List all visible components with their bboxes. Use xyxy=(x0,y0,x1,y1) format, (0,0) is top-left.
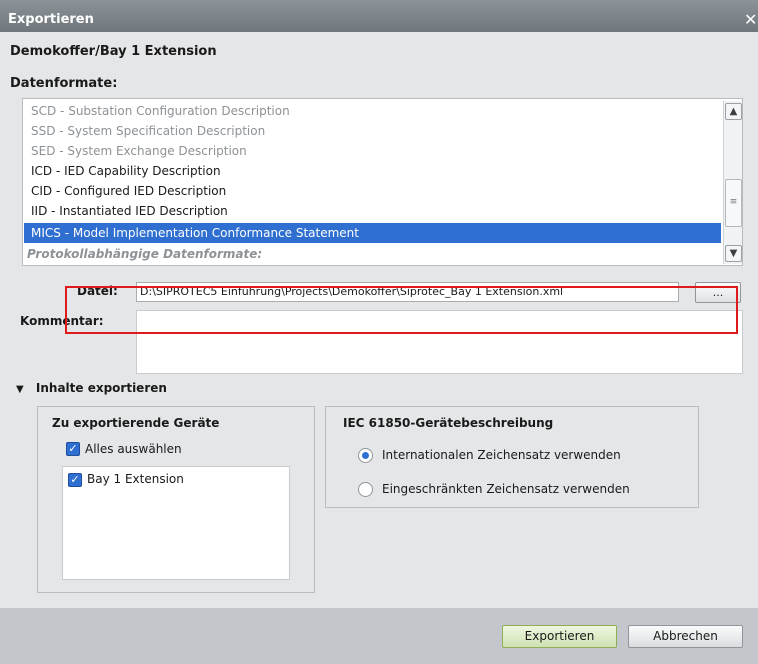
radio-restricted[interactable] xyxy=(358,482,373,497)
radio-restricted-label[interactable]: Eingeschränkten Zeichensatz verwenden xyxy=(382,482,630,496)
device-label[interactable]: Bay 1 Extension xyxy=(87,472,184,486)
format-list-scrollbar[interactable]: ▲ ≡ ▼ xyxy=(723,101,742,264)
cancel-button[interactable]: Abbrechen xyxy=(628,625,743,648)
format-item-ssd: SSD - System Specification Description xyxy=(31,124,266,138)
close-icon[interactable]: ✕ xyxy=(744,8,758,32)
export-button[interactable]: Exportieren xyxy=(502,625,617,648)
window-title: Exportieren xyxy=(8,12,94,27)
formats-label: Datenformate: xyxy=(10,76,118,91)
contents-expander-label: Inhalte exportieren xyxy=(35,381,167,395)
select-all-checkbox[interactable]: ✓ xyxy=(66,442,80,456)
format-list[interactable]: SCD - Substation Configuration Descripti… xyxy=(22,98,743,266)
device-list: ✓ Bay 1 Extension xyxy=(62,466,290,580)
radio-international-label[interactable]: Internationalen Zeichensatz verwenden xyxy=(382,448,621,462)
triangle-down-icon: ▼ xyxy=(16,384,24,395)
format-item-icd[interactable]: ICD - IED Capability Description xyxy=(31,161,221,181)
scrollbar-thumb[interactable]: ≡ xyxy=(725,179,742,227)
contents-expander[interactable]: ▼ Inhalte exportieren xyxy=(16,381,167,395)
object-title: Demokoffer/Bay 1 Extension xyxy=(10,44,217,59)
format-item-cid[interactable]: CID - Configured IED Description xyxy=(31,181,226,201)
chevron-up-icon[interactable]: ▲ xyxy=(725,103,742,120)
device-checkbox[interactable]: ✓ xyxy=(68,473,82,487)
export-dialog: Exportieren ✕ Demokoffer/Bay 1 Extension… xyxy=(0,0,758,664)
title-bar: Exportieren ✕ xyxy=(0,0,758,32)
devices-panel-title: Zu exportierende Geräte xyxy=(52,416,220,430)
iec-panel: IEC 61850-Gerätebeschreibung Internation… xyxy=(325,406,699,508)
format-item-iid[interactable]: IID - Instantiated IED Description xyxy=(31,201,228,221)
chevron-down-icon[interactable]: ▼ xyxy=(725,245,742,262)
format-item-sed: SED - System Exchange Description xyxy=(31,144,247,158)
format-item-scd: SCD - Substation Configuration Descripti… xyxy=(31,104,290,118)
select-all-label[interactable]: Alles auswählen xyxy=(85,442,182,456)
protocol-formats-group-label: Protokollabhängige Datenformate: xyxy=(27,247,263,261)
radio-international[interactable] xyxy=(358,448,373,463)
format-item-mics[interactable]: MICS - Model Implementation Conformance … xyxy=(24,223,721,243)
highlight-box xyxy=(65,286,738,334)
iec-panel-title: IEC 61850-Gerätebeschreibung xyxy=(343,416,554,430)
